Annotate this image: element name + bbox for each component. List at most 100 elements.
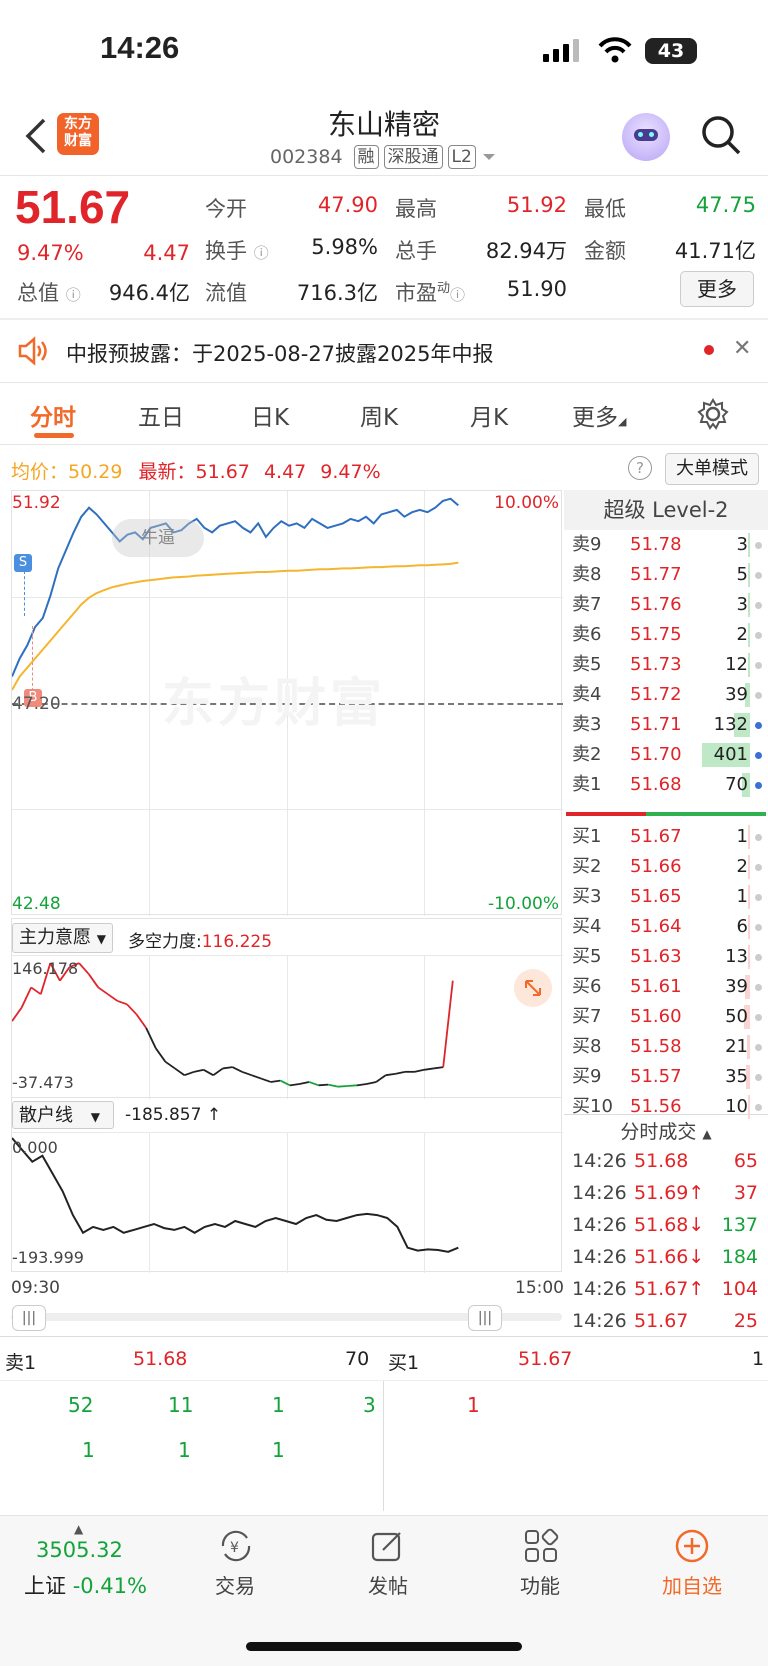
ticks-title[interactable]: 分时成交 ▲	[564, 1114, 768, 1149]
indicator1-segment	[318, 1083, 329, 1087]
chevron-down-icon[interactable]	[481, 151, 497, 163]
order-volume: 39	[725, 976, 748, 997]
nav-post[interactable]: 发帖	[348, 1570, 428, 1599]
buy-order-row: 买8 51.58 21	[564, 1032, 768, 1062]
indicator1-segment	[366, 1081, 377, 1085]
order-volume: 401	[713, 744, 748, 765]
robot-assistant-icon[interactable]	[622, 113, 670, 161]
post-icon[interactable]	[370, 1528, 406, 1564]
nav-add-watchlist[interactable]: 加自选	[650, 1570, 734, 1599]
order-price: 51.73	[630, 654, 682, 675]
index-value[interactable]: 3505.32	[36, 1538, 123, 1562]
sell-marker[interactable]: S	[14, 554, 32, 572]
order-price: 51.63	[630, 946, 682, 967]
indicator1-segment	[433, 1066, 444, 1070]
indicator1-segment	[328, 1083, 338, 1088]
tab-weekly-k[interactable]: 周K	[360, 398, 398, 432]
indicator2-value: -185.857 ↑	[125, 1105, 222, 1125]
order-volume-bar	[748, 563, 750, 587]
tab-daily-k[interactable]: 日K	[251, 398, 289, 432]
home-indicator	[246, 1642, 522, 1651]
tick-row: 14:26 51.67↑ 104	[564, 1273, 768, 1305]
indicator1-segment	[347, 1084, 358, 1087]
order-dot	[755, 1044, 762, 1051]
settings-gear-icon[interactable]	[697, 398, 729, 430]
indicator1-segment	[20, 987, 32, 1009]
more-button[interactable]: 更多	[680, 271, 754, 307]
nav-trade[interactable]: 交易	[195, 1570, 275, 1599]
queue-sell-price: 51.68	[133, 1348, 188, 1370]
turnover-value: 5.98%	[311, 235, 378, 259]
sell-order-row: 卖4 51.72 39	[564, 680, 768, 710]
notice-text[interactable]: 中报预披露：于2025-08-27披露2025年中报	[66, 338, 493, 368]
tick-price: 51.68	[634, 1150, 689, 1172]
tab-intraday[interactable]: 分时	[30, 398, 76, 432]
buy-marker-line	[32, 626, 33, 691]
buy-order-row: 买1 51.67 1	[564, 822, 768, 852]
order-dot	[755, 542, 762, 549]
help-icon[interactable]: ?	[628, 456, 652, 480]
indicator1-select[interactable]: 主力意愿 ▼	[12, 923, 113, 953]
comment-bubble[interactable]: 牛逼	[112, 519, 204, 557]
pct-axis-bottom: -10.00%	[488, 894, 559, 914]
order-dot	[755, 1014, 762, 1021]
tick-row: 14:26 51.68↓ 137	[564, 1209, 768, 1241]
big-order-mode-button[interactable]: 大单模式	[665, 453, 759, 485]
tick-volume: 65	[733, 1150, 758, 1172]
indicator1-segment	[174, 1067, 186, 1076]
trade-icon[interactable]: ¥	[217, 1528, 255, 1564]
order-price: 51.66	[630, 856, 682, 877]
indicator1-panel[interactable]: 主力意愿 ▼ 多空力度:116.225 146.178 -37.473	[11, 918, 563, 1099]
order-volume: 1	[736, 826, 748, 847]
y-axis-bottom: 42.48	[12, 894, 61, 914]
buy-order-row: 买2 51.66 2	[564, 852, 768, 882]
order-dot	[755, 864, 762, 871]
order-volume: 13	[725, 946, 748, 967]
order-level-label: 卖4	[572, 684, 602, 705]
indicator2-panel[interactable]: 散户线 ▼ -185.857 ↑ 0.000 -193.999	[11, 1097, 563, 1273]
indicator2-select[interactable]: 散户线 ▼	[12, 1101, 114, 1129]
stock-code: 002384	[270, 146, 343, 168]
indicator1-segment	[203, 1069, 214, 1076]
scrollbar-right-handle[interactable]: |||	[468, 1305, 502, 1331]
tab-monthly-k[interactable]: 月K	[470, 398, 508, 432]
order-dot	[755, 722, 762, 729]
indicator2-ymax: 0.000	[12, 1138, 58, 1157]
indicator1-segment	[289, 1083, 300, 1087]
nav-function[interactable]: 功能	[500, 1570, 580, 1599]
expand-icon[interactable]	[514, 969, 552, 1007]
active-tab-indicator	[34, 433, 74, 438]
tab-more[interactable]: 更多◢	[572, 398, 626, 432]
mktcap-label: 总值 ⓘ	[17, 281, 81, 305]
price-chart[interactable]: 东方财富 牛逼 S B 51.92 47.20 42.48 10.00% -10…	[11, 490, 563, 916]
indicator2-line	[12, 1137, 459, 1253]
close-icon[interactable]: ✕	[733, 336, 751, 361]
status-time: 14:26	[100, 30, 180, 65]
indicator1-segment	[241, 1070, 252, 1077]
index-expand-icon[interactable]: ▲	[74, 1522, 83, 1536]
order-volume: 3	[736, 534, 748, 555]
indicator1-segment	[251, 1074, 262, 1080]
queue-sell-label: 卖1	[5, 1352, 37, 1374]
order-level-label: 卖6	[572, 624, 602, 645]
index-line[interactable]: 上证 -0.41%	[24, 1570, 147, 1600]
indicator1-segment	[222, 1066, 233, 1070]
tick-time: 14:26	[572, 1278, 627, 1300]
float-value: 716.3亿	[296, 281, 378, 305]
order-dot	[755, 1074, 762, 1081]
x-axis-start: 09:30	[11, 1278, 60, 1298]
scrollbar-left-handle[interactable]: |||	[12, 1305, 46, 1331]
indicator1-segment	[356, 1083, 367, 1087]
change-pct: 9.47%	[17, 241, 84, 265]
search-icon[interactable]	[700, 114, 742, 156]
tab-5day[interactable]: 五日	[138, 398, 184, 432]
add-watchlist-icon[interactable]	[674, 1528, 710, 1564]
function-icon[interactable]	[523, 1528, 559, 1564]
indicator1-segment	[117, 1000, 128, 1006]
retail-line	[12, 1137, 459, 1253]
order-level-label: 买1	[572, 826, 602, 847]
order-level-label: 卖7	[572, 594, 602, 615]
buy-order-row: 买9 51.57 35	[564, 1062, 768, 1092]
tick-row: 14:26 51.66↓ 184	[564, 1241, 768, 1273]
order-volume-bar	[748, 915, 750, 939]
